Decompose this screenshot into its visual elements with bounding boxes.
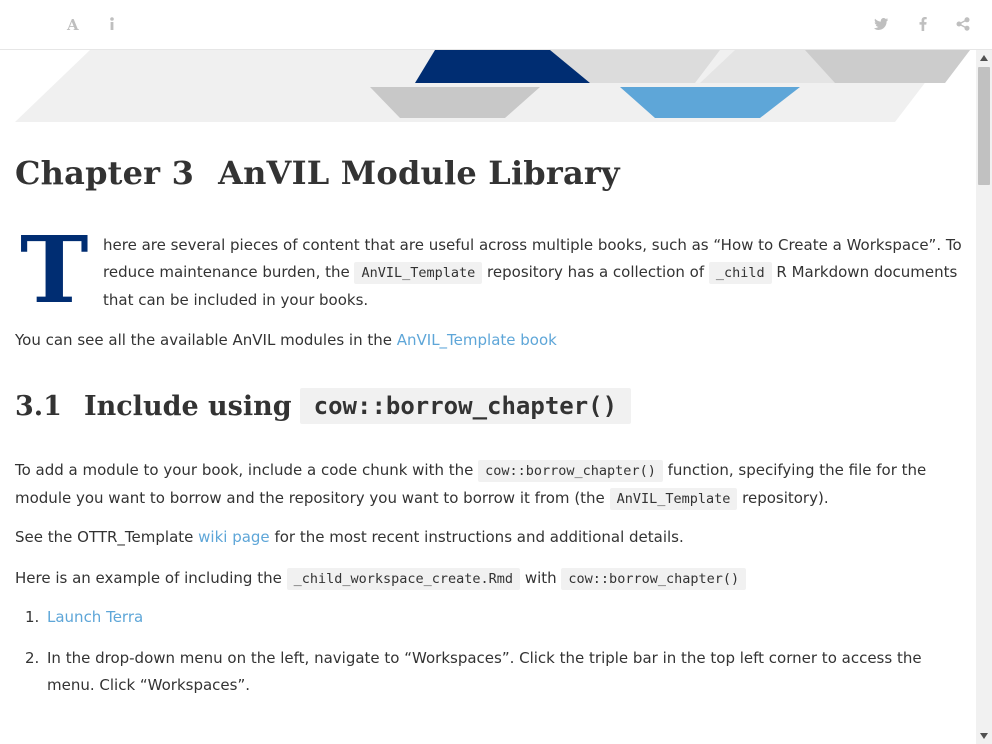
example-paragraph: Here is an example of including the _chi…: [15, 565, 965, 593]
launch-terra-link[interactable]: Launch Terra: [47, 608, 143, 626]
intro-paragraph: here are several pieces of content that …: [103, 232, 963, 314]
step-number: 2.: [25, 649, 40, 667]
list-item: 1. Launch Terra: [15, 604, 965, 631]
section-title: 3.1 Include using cow::borrow_chapter(): [15, 388, 632, 424]
steps-list: 1. Launch Terra 2. In the drop-down menu…: [15, 604, 965, 713]
example-text-1: Here is an example of including the: [15, 569, 287, 587]
chapter-number: Chapter 3: [15, 154, 195, 192]
dropcap-letter: T: [20, 216, 89, 324]
font-settings-icon[interactable]: A: [64, 15, 82, 33]
add-module-paragraph: To add a module to your book, include a …: [15, 457, 965, 513]
example-text-2: with: [520, 569, 562, 587]
header-banner-graphic: [15, 50, 970, 122]
see-text-2: for the most recent instructions and add…: [269, 528, 684, 546]
svg-text:A: A: [66, 17, 79, 31]
code-anvil-template-2: AnVIL_Template: [609, 488, 738, 510]
step-text: In the drop-down menu on the left, navig…: [47, 649, 922, 694]
add-text-1: To add a module to your book, include a …: [15, 461, 479, 479]
modules-paragraph: You can see all the available AnVIL modu…: [15, 327, 965, 354]
list-item: 2. In the drop-down menu on the left, na…: [15, 645, 965, 699]
info-icon[interactable]: [103, 15, 121, 33]
add-text-3: repository).: [737, 489, 829, 507]
scrollbar-thumb[interactable]: [978, 67, 990, 185]
section-name: Include using: [83, 390, 292, 422]
code-borrow-chapter: cow::borrow_chapter(): [478, 460, 663, 482]
chapter-name: AnVIL Module Library: [218, 154, 620, 192]
code-child-workspace: _child_workspace_create.Rmd: [286, 568, 521, 590]
share-icon[interactable]: [954, 15, 972, 33]
anvil-template-book-link[interactable]: AnVIL_Template book: [397, 331, 557, 349]
modules-text: You can see all the available AnVIL modu…: [15, 331, 397, 349]
code-borrow-chapter-2: cow::borrow_chapter(): [561, 568, 747, 590]
see-text-1: See the OTTR_Template: [15, 528, 199, 546]
book-toolbar: A: [0, 0, 992, 50]
wiki-page-link[interactable]: wiki page: [198, 528, 270, 546]
code-anvil-template: AnVIL_Template: [354, 262, 483, 284]
see-wiki-paragraph: See the OTTR_Template wiki page for the …: [15, 524, 965, 551]
vertical-scrollbar[interactable]: [976, 50, 992, 744]
facebook-icon[interactable]: [914, 15, 932, 33]
section-number: 3.1: [15, 390, 62, 422]
code-child: _child: [708, 262, 772, 284]
scroll-up-arrow-icon[interactable]: [976, 50, 992, 66]
book-body: Chapter 3 AnVIL Module Library T here are…: [0, 50, 976, 744]
intro-text-2: repository has a collection of: [482, 263, 709, 281]
chapter-title: Chapter 3 AnVIL Module Library: [15, 154, 620, 192]
scroll-down-arrow-icon[interactable]: [976, 728, 992, 744]
twitter-icon[interactable]: [872, 15, 890, 33]
section-code: cow::borrow_chapter(): [299, 388, 632, 424]
step-number: 1.: [25, 608, 40, 626]
